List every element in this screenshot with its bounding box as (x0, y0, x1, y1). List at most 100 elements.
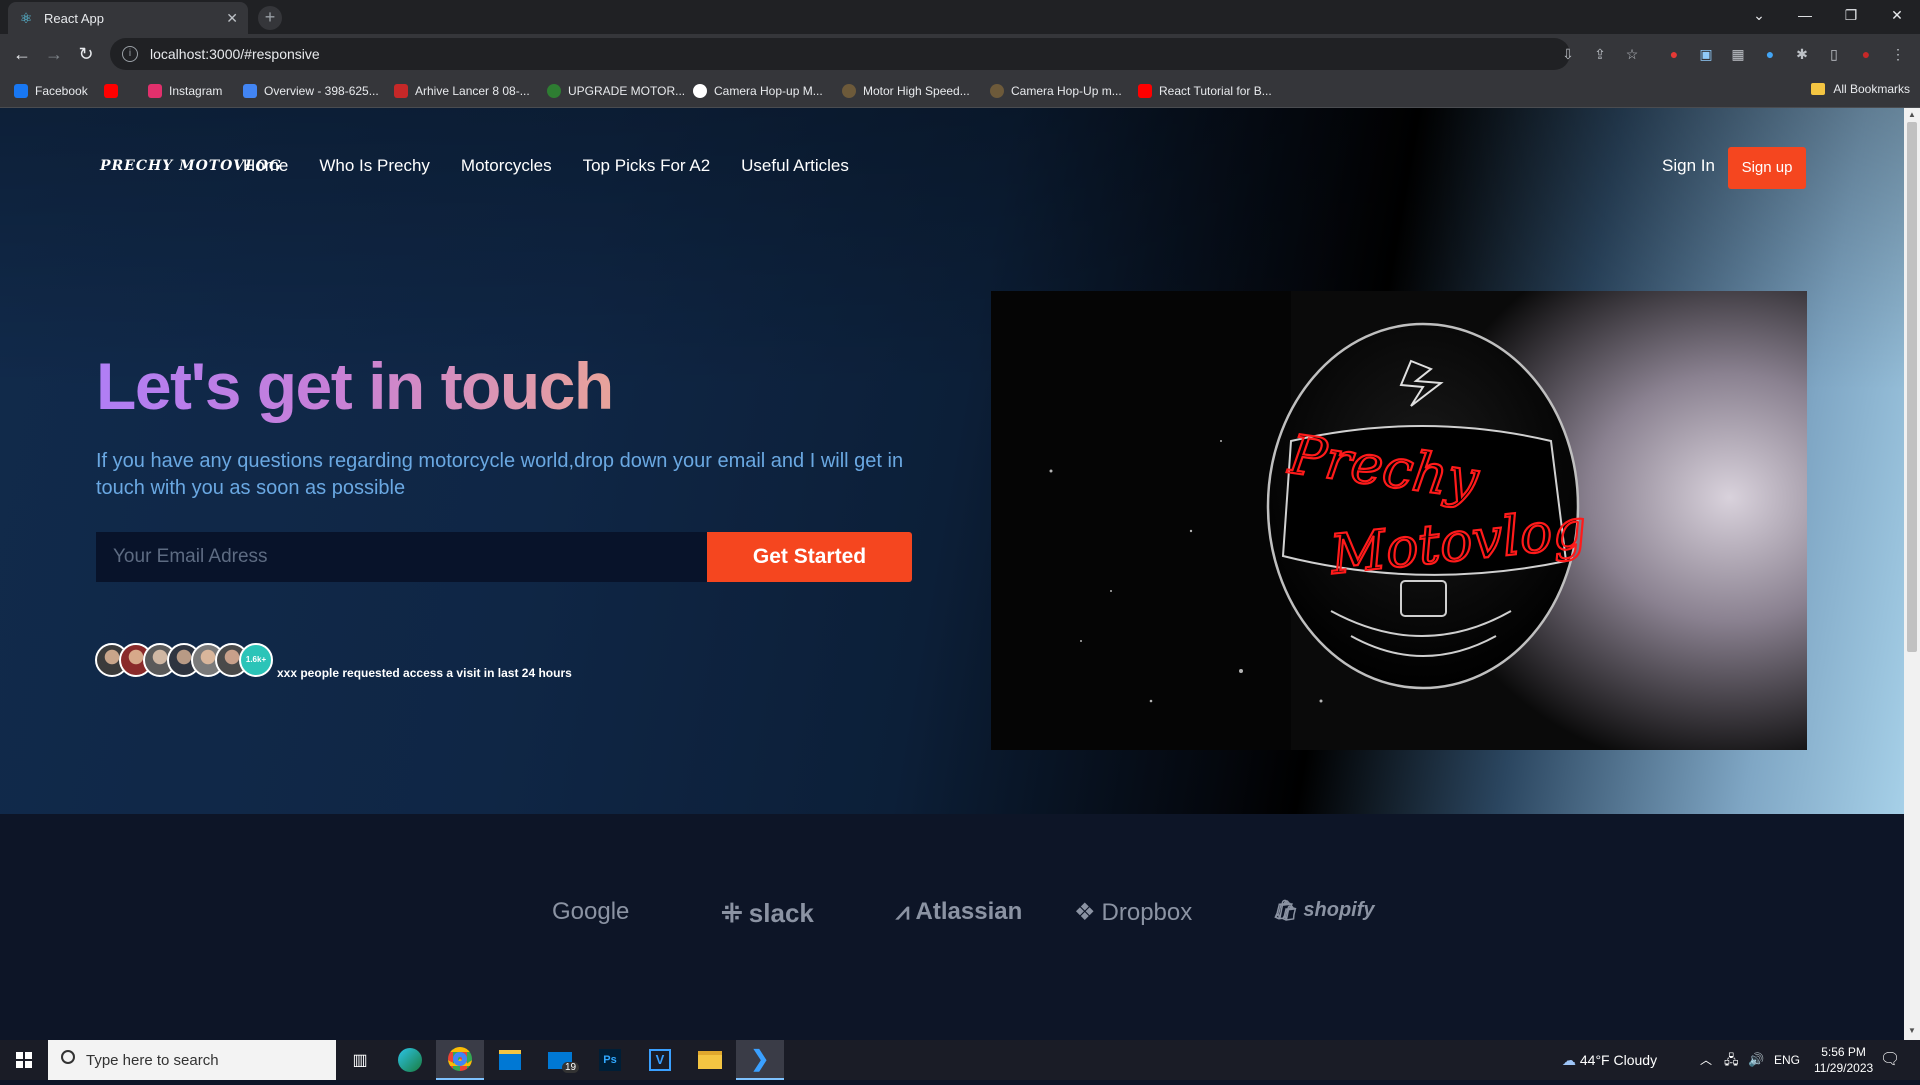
share-icon[interactable]: ⇪ (1590, 44, 1610, 64)
task-view-icon[interactable]: ▥ (336, 1040, 384, 1080)
car-icon (394, 84, 408, 98)
edge-icon[interactable] (386, 1040, 434, 1080)
clock[interactable]: 5:56 PM 11/29/2023 (1814, 1044, 1873, 1076)
bookmark-item[interactable]: Facebook (14, 82, 88, 100)
extension-translate-icon[interactable]: ▦ (1728, 44, 1748, 64)
shopify-bag-icon: 🛍 (1272, 900, 1298, 922)
hero-subtitle: If you have any questions regarding moto… (96, 450, 904, 499)
client-google-logo: Google (552, 898, 630, 925)
bookmark-item[interactable]: Camera Hop-up M... (693, 82, 823, 100)
side-panel-icon[interactable]: ▯ (1824, 44, 1844, 64)
youtube-icon (1138, 84, 1152, 98)
file-explorer-icon[interactable] (686, 1040, 734, 1080)
address-bar[interactable]: i localhost:3000/#responsive (110, 38, 1570, 70)
hero-headline: Let's get in touch (96, 349, 614, 423)
social-proof-text: xxx people requested access a visit in l… (277, 666, 572, 680)
nav-who-is-prechy[interactable]: Who Is Prechy (319, 156, 430, 176)
globe-icon (547, 84, 561, 98)
vscode-icon[interactable]: ❯ (736, 1040, 784, 1080)
extensions-puzzle-icon[interactable]: ✱ (1792, 44, 1812, 64)
sign-in-link[interactable]: Sign In (1662, 156, 1715, 176)
bookmark-item[interactable]: Camera Hop-Up m... (990, 82, 1122, 100)
extension-red-icon[interactable]: ● (1664, 44, 1684, 64)
new-tab-button[interactable]: + (258, 6, 282, 30)
profile-avatar-icon[interactable]: ● (1856, 44, 1876, 64)
sign-up-button[interactable]: Sign up (1728, 147, 1806, 189)
site-icon (990, 84, 1004, 98)
avatar-count-badge: 1.6k+ (239, 643, 273, 677)
nav-useful-articles[interactable]: Useful Articles (741, 156, 849, 176)
tab-react-app[interactable]: ⚛ React App ✕ (8, 2, 248, 34)
slack-hash-icon: ⁜ (721, 898, 743, 928)
cloud-icon: ☁ (1562, 1052, 1576, 1068)
dropbox-icon: ❖ (1074, 899, 1096, 926)
react-favicon-icon: ⚛ (19, 10, 33, 26)
mail-icon[interactable]: 19 (536, 1040, 584, 1080)
bookmark-item[interactable] (104, 82, 125, 100)
forward-arrow-icon[interactable]: → (42, 42, 66, 66)
tray-overflow-icon[interactable]: ︿ (1700, 1040, 1712, 1080)
bookmark-star-icon[interactable]: ☆ (1622, 44, 1642, 64)
menu-dots-icon[interactable]: ⋮ (1888, 44, 1908, 64)
restore-button[interactable]: ❐ (1828, 0, 1874, 34)
google-ads-icon (243, 84, 257, 98)
browser-tab-bar: ⚛ React App ✕ + ⌄ — ❐ ✕ (0, 0, 1920, 34)
reload-icon[interactable]: ↻ (74, 42, 98, 66)
main-nav: Home Who Is Prechy Motorcycles Top Picks… (243, 156, 849, 176)
search-icon (61, 1050, 75, 1064)
install-icon[interactable]: ⇩ (1558, 44, 1578, 64)
email-input[interactable] (96, 532, 707, 582)
nav-home[interactable]: Home (243, 156, 288, 176)
url-text: localhost:3000/#responsive (150, 46, 320, 62)
minimize-button[interactable]: — (1782, 0, 1828, 34)
windows-taskbar: Type here to search ▥ 19 Ps V ❯ ☁ 44°F C… (0, 1040, 1920, 1080)
get-started-button[interactable]: Get Started (707, 532, 912, 582)
extension-new-icon[interactable]: ▣ (1696, 44, 1716, 64)
client-shopify-logo: 🛍 shopify (1272, 899, 1375, 922)
extension-blue-icon[interactable]: ● (1760, 44, 1780, 64)
page-scrollbar[interactable]: ▲ ▼ (1904, 108, 1920, 1040)
taskbar-search-box[interactable]: Type here to search (48, 1040, 336, 1080)
scroll-up-arrow-icon[interactable]: ▲ (1904, 110, 1920, 122)
notifications-icon[interactable]: 🗨 (1880, 1040, 1900, 1080)
nav-motorcycles[interactable]: Motorcycles (461, 156, 552, 176)
tab-close-icon[interactable]: ✕ (226, 10, 238, 27)
helmet-illustration: Prechy Motovlog (991, 291, 1807, 750)
site-info-icon[interactable]: i (122, 46, 138, 62)
visio-icon[interactable]: V (636, 1040, 684, 1080)
back-arrow-icon[interactable]: ← (10, 42, 34, 66)
facebook-icon (14, 84, 28, 98)
store-icon[interactable] (486, 1040, 534, 1080)
mail-badge: 19 (562, 1062, 580, 1073)
windows-logo-icon (16, 1052, 32, 1068)
client-atlassian-logo: ⩘ Atlassian (896, 898, 1023, 925)
scroll-down-arrow-icon[interactable]: ▼ (1904, 1026, 1920, 1038)
youtube-icon (104, 84, 118, 98)
tab-search-icon[interactable]: ⌄ (1736, 0, 1782, 34)
camera-icon (693, 84, 707, 98)
web-page: PRECHY MOTOVLOG Home Who Is Prechy Motor… (0, 108, 1904, 1040)
scrollbar-thumb[interactable] (1907, 122, 1917, 652)
instagram-icon (148, 84, 162, 98)
chrome-icon[interactable] (436, 1040, 484, 1080)
bookmark-item[interactable]: Arhive Lancer 8 08-... (394, 82, 530, 100)
bookmark-item[interactable]: React Tutorial for B... (1138, 82, 1272, 100)
helmet-hero-image: Prechy Motovlog (991, 291, 1807, 750)
weather-widget[interactable]: ☁ 44°F Cloudy (1562, 1040, 1657, 1080)
bookmark-item[interactable]: Overview - 398-625... (243, 82, 379, 100)
volume-icon[interactable]: 🔊 (1748, 1040, 1764, 1080)
nav-top-picks[interactable]: Top Picks For A2 (583, 156, 711, 176)
browser-toolbar: ← → ↻ i localhost:3000/#responsive ⇩ ⇪ ☆… (0, 34, 1920, 74)
client-dropbox-logo: ❖ Dropbox (1074, 898, 1193, 927)
close-window-button[interactable]: ✕ (1874, 0, 1920, 34)
bookmark-item[interactable]: UPGRADE MOTOR... (547, 82, 685, 100)
language-indicator[interactable]: ENG (1774, 1040, 1800, 1080)
avatar-group: 1.6k+ (95, 643, 273, 677)
network-icon[interactable]: 🖧 (1724, 1040, 1739, 1080)
bookmarks-bar: Facebook Instagram Overview - 398-625...… (0, 74, 1920, 108)
windows-start-button[interactable] (0, 1040, 48, 1080)
photoshop-icon[interactable]: Ps (586, 1040, 634, 1080)
all-bookmarks-button[interactable]: All Bookmarks (1811, 82, 1910, 96)
bookmark-item[interactable]: Motor High Speed... (842, 82, 970, 100)
bookmark-item[interactable]: Instagram (148, 82, 222, 100)
